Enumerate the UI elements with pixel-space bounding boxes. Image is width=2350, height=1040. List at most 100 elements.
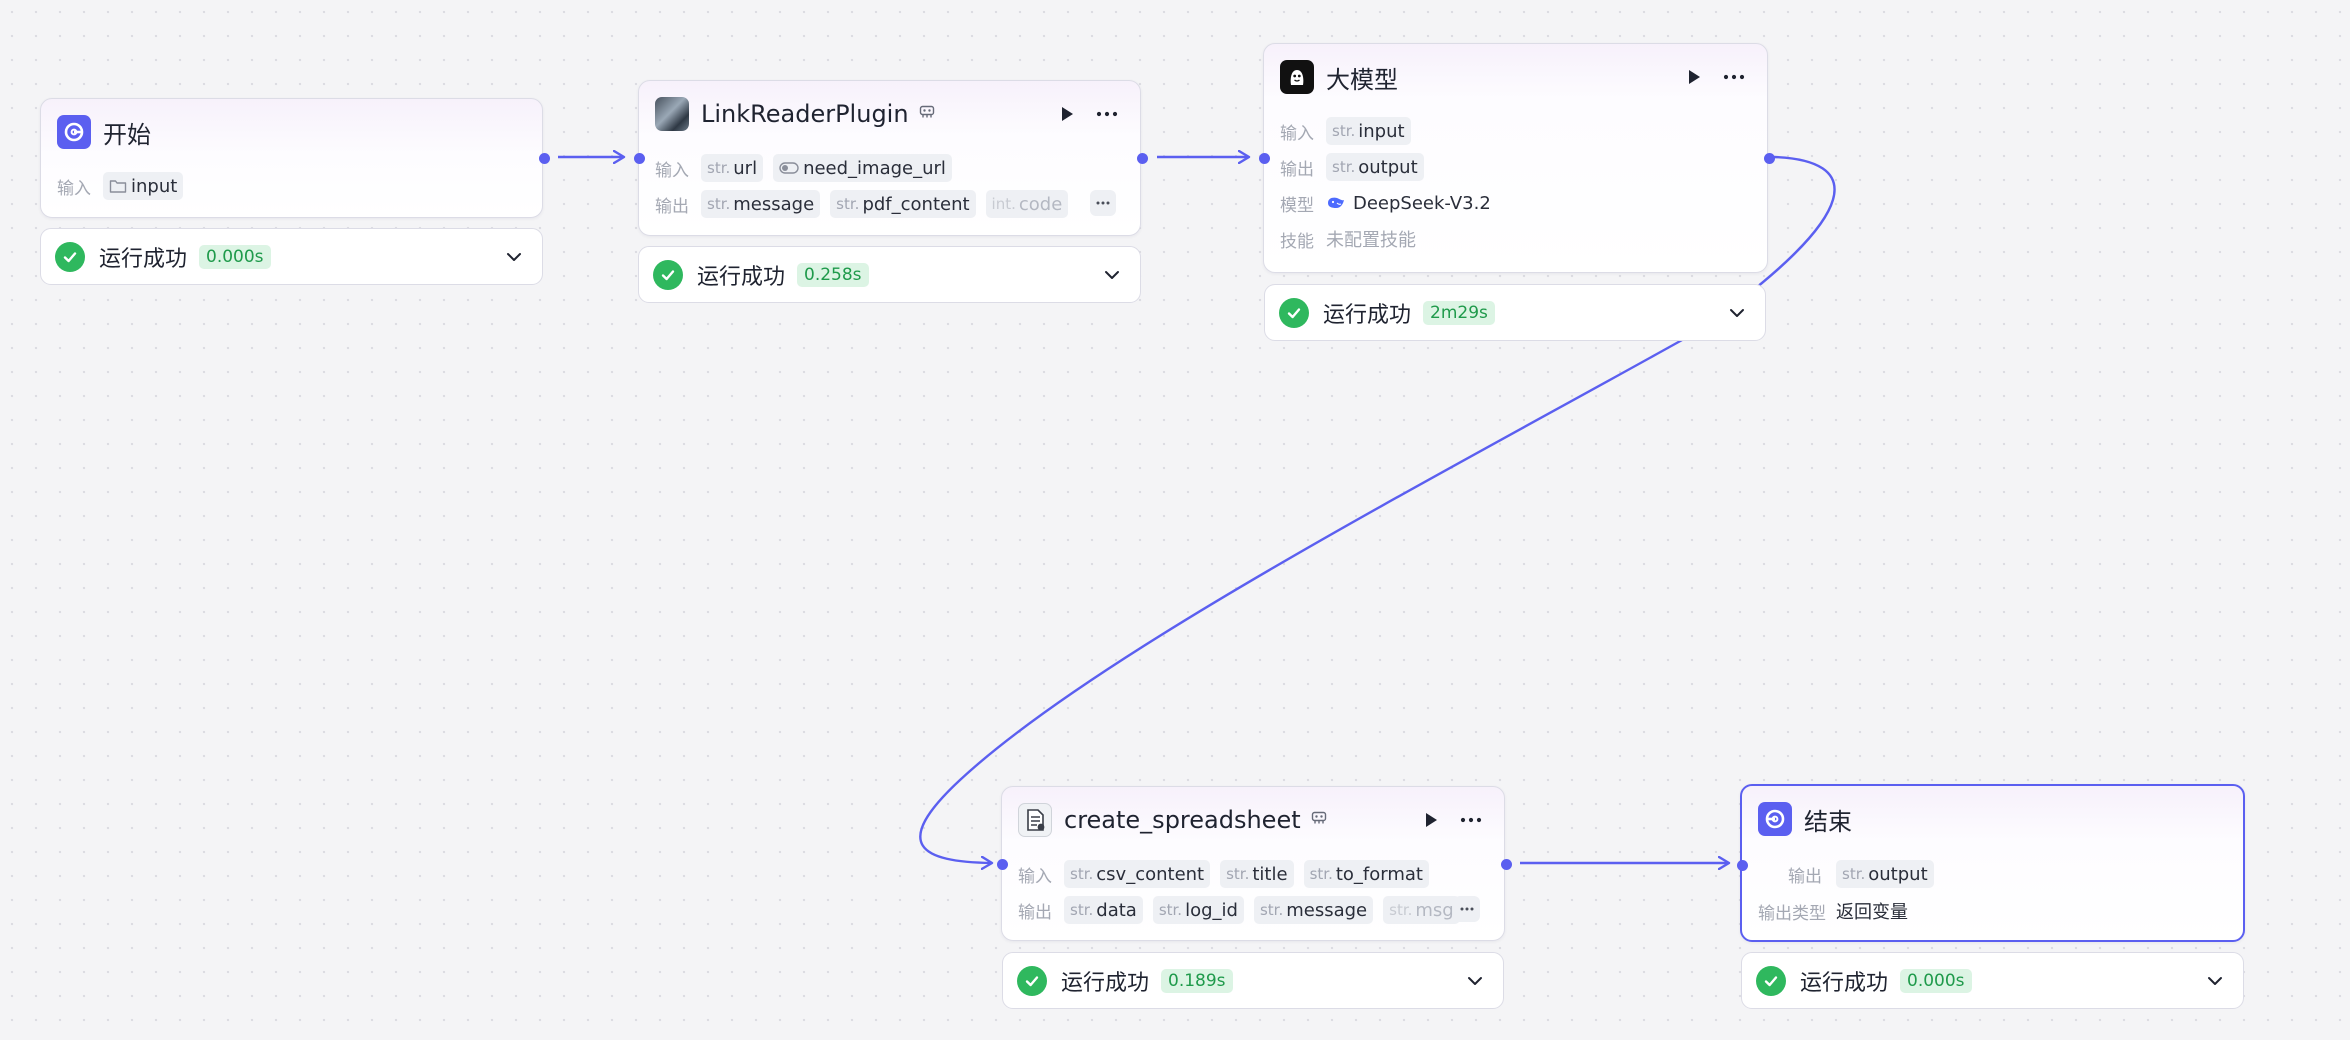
model-row: 模型 DeepSeek-V3.2 bbox=[1280, 188, 1751, 218]
run-status-llm[interactable]: 运行成功 2m29s bbox=[1264, 284, 1766, 341]
node-title: 大模型 bbox=[1326, 65, 1398, 94]
more-variables-button[interactable] bbox=[1454, 896, 1480, 922]
spreadsheet-avatar-icon bbox=[1018, 803, 1052, 837]
plugin-badge-icon bbox=[1311, 811, 1327, 829]
output-port[interactable] bbox=[1763, 152, 1775, 164]
variable-tag: str. title bbox=[1220, 860, 1294, 888]
start-node-icon bbox=[57, 115, 91, 149]
input-label: 输入 bbox=[57, 178, 91, 199]
linkreader-plugin-node[interactable]: LinkReaderPlugin 输入 str. url need_image_u… bbox=[633, 80, 1148, 236]
output-label: 输出 bbox=[1788, 866, 1822, 887]
output-type-value: 返回变量 bbox=[1836, 902, 1908, 923]
variable-tag: int. code bbox=[985, 190, 1069, 218]
status-text: 运行成功 bbox=[697, 264, 786, 290]
model-label: 模型 bbox=[1280, 195, 1314, 216]
success-check-icon bbox=[653, 259, 683, 290]
run-status-spreadsheet[interactable]: 运行成功 0.189s bbox=[1002, 952, 1504, 1009]
input-label: 输入 bbox=[655, 160, 689, 181]
success-check-icon bbox=[1017, 965, 1047, 996]
create-spreadsheet-node[interactable]: create_spreadsheet 输入 str. csv_content st… bbox=[996, 786, 1512, 941]
chevron-down-icon[interactable] bbox=[1725, 301, 1749, 325]
chevron-down-icon[interactable] bbox=[2203, 969, 2227, 993]
status-text: 运行成功 bbox=[1323, 302, 1412, 328]
variable-name: input bbox=[131, 175, 178, 197]
toggle-icon bbox=[779, 162, 799, 174]
input-label: 输入 bbox=[1280, 123, 1314, 144]
deepseek-whale-icon bbox=[1328, 197, 1344, 208]
chevron-down-icon[interactable] bbox=[1100, 263, 1124, 287]
more-options-icon[interactable] bbox=[1090, 97, 1124, 131]
play-icon[interactable] bbox=[1677, 60, 1711, 94]
variable-tag: str. message bbox=[701, 190, 821, 218]
status-text: 运行成功 bbox=[1800, 970, 1889, 996]
success-check-icon bbox=[1756, 965, 1786, 996]
input-label: 输入 bbox=[1018, 866, 1052, 887]
end-node[interactable]: 结束 输出 str. output 输出类型 返回变量 bbox=[1736, 784, 2245, 942]
variable-tag: str. to_format bbox=[1303, 860, 1429, 888]
variable-tag: str. output bbox=[1836, 860, 1934, 888]
chevron-down-icon[interactable] bbox=[502, 245, 526, 269]
output-port[interactable] bbox=[538, 152, 550, 164]
more-options-icon[interactable] bbox=[1717, 60, 1751, 94]
node-header: LinkReaderPlugin bbox=[655, 97, 1124, 131]
variable-tag: input bbox=[103, 172, 184, 200]
variable-tag: str. log_id bbox=[1152, 896, 1244, 924]
end-node-icon bbox=[1758, 802, 1792, 836]
input-row: 输入 input bbox=[57, 171, 526, 201]
model-value: DeepSeek-V3.2 bbox=[1326, 193, 1491, 214]
status-text: 运行成功 bbox=[1061, 970, 1150, 996]
output-type-row: 输出类型 返回变量 bbox=[1758, 896, 2227, 926]
node-header: 大模型 bbox=[1280, 60, 1751, 94]
output-row: 输出 str. output bbox=[1280, 152, 1751, 182]
plugin-badge-icon bbox=[919, 105, 935, 123]
output-port[interactable] bbox=[1500, 858, 1512, 870]
folder-icon bbox=[109, 180, 127, 193]
status-text: 运行成功 bbox=[99, 246, 188, 272]
variable-tag: str. csv_content bbox=[1064, 860, 1211, 888]
node-title: 结束 bbox=[1804, 807, 1852, 836]
output-label: 输出 bbox=[1018, 902, 1052, 923]
chevron-down-icon[interactable] bbox=[1463, 969, 1487, 993]
node-header: create_spreadsheet bbox=[1018, 803, 1488, 837]
skills-label: 技能 bbox=[1280, 231, 1314, 252]
play-icon[interactable] bbox=[1050, 97, 1084, 131]
llm-avatar-icon bbox=[1280, 60, 1314, 94]
success-check-icon bbox=[55, 241, 85, 272]
node-title: create_spreadsheet bbox=[1064, 806, 1301, 834]
node-title: 开始 bbox=[103, 120, 151, 149]
run-status-start[interactable]: 运行成功 0.000s bbox=[40, 228, 543, 285]
variable-tag: str. pdf_content bbox=[830, 190, 976, 218]
duration-badge: 0.000s bbox=[199, 244, 271, 269]
input-row: 输入 str. url need_image_url bbox=[655, 153, 1124, 183]
start-node[interactable]: 开始 输入 input bbox=[40, 98, 550, 218]
duration-badge: 0.258s bbox=[797, 262, 869, 287]
node-header: 结束 bbox=[1758, 802, 2227, 836]
more-variables-button[interactable] bbox=[1090, 190, 1116, 216]
variable-tag: str. input bbox=[1326, 117, 1411, 145]
input-row: 输入 str. input bbox=[1280, 116, 1751, 146]
play-icon[interactable] bbox=[1414, 803, 1448, 837]
output-label: 输出 bbox=[655, 196, 689, 217]
plugin-avatar-icon bbox=[655, 97, 689, 131]
variable-tag: str. data bbox=[1064, 896, 1143, 924]
run-status-end[interactable]: 运行成功 0.000s bbox=[1741, 952, 2244, 1009]
variable-tag: str. output bbox=[1326, 153, 1424, 181]
variable-tag: str. url bbox=[701, 154, 764, 182]
more-options-icon[interactable] bbox=[1454, 803, 1488, 837]
input-port[interactable] bbox=[1258, 152, 1270, 164]
output-type-label: 输出类型 bbox=[1758, 903, 1826, 924]
output-row: 输出 str. message str. pdf_content int. code bbox=[655, 189, 1116, 219]
success-check-icon bbox=[1279, 297, 1309, 328]
skills-value: 未配置技能 bbox=[1326, 230, 1416, 251]
skills-row: 技能 未配置技能 bbox=[1280, 224, 1751, 254]
input-row: 输入 str. csv_content str. title str. to_form… bbox=[1018, 859, 1488, 889]
input-port[interactable] bbox=[996, 858, 1008, 870]
llm-node[interactable]: 大模型 输入 str. input 输出 str. output 模型 DeepSe… bbox=[1258, 43, 1775, 273]
node-header: 开始 bbox=[57, 115, 526, 149]
input-port[interactable] bbox=[633, 152, 645, 164]
output-row: 输出 str. output bbox=[1758, 859, 2227, 889]
run-status-linkreader[interactable]: 运行成功 0.258s bbox=[638, 246, 1141, 303]
input-port[interactable] bbox=[1736, 859, 1748, 871]
output-port[interactable] bbox=[1136, 152, 1148, 164]
output-row: 输出 str. data str. log_id str. message str. m… bbox=[1018, 895, 1480, 925]
